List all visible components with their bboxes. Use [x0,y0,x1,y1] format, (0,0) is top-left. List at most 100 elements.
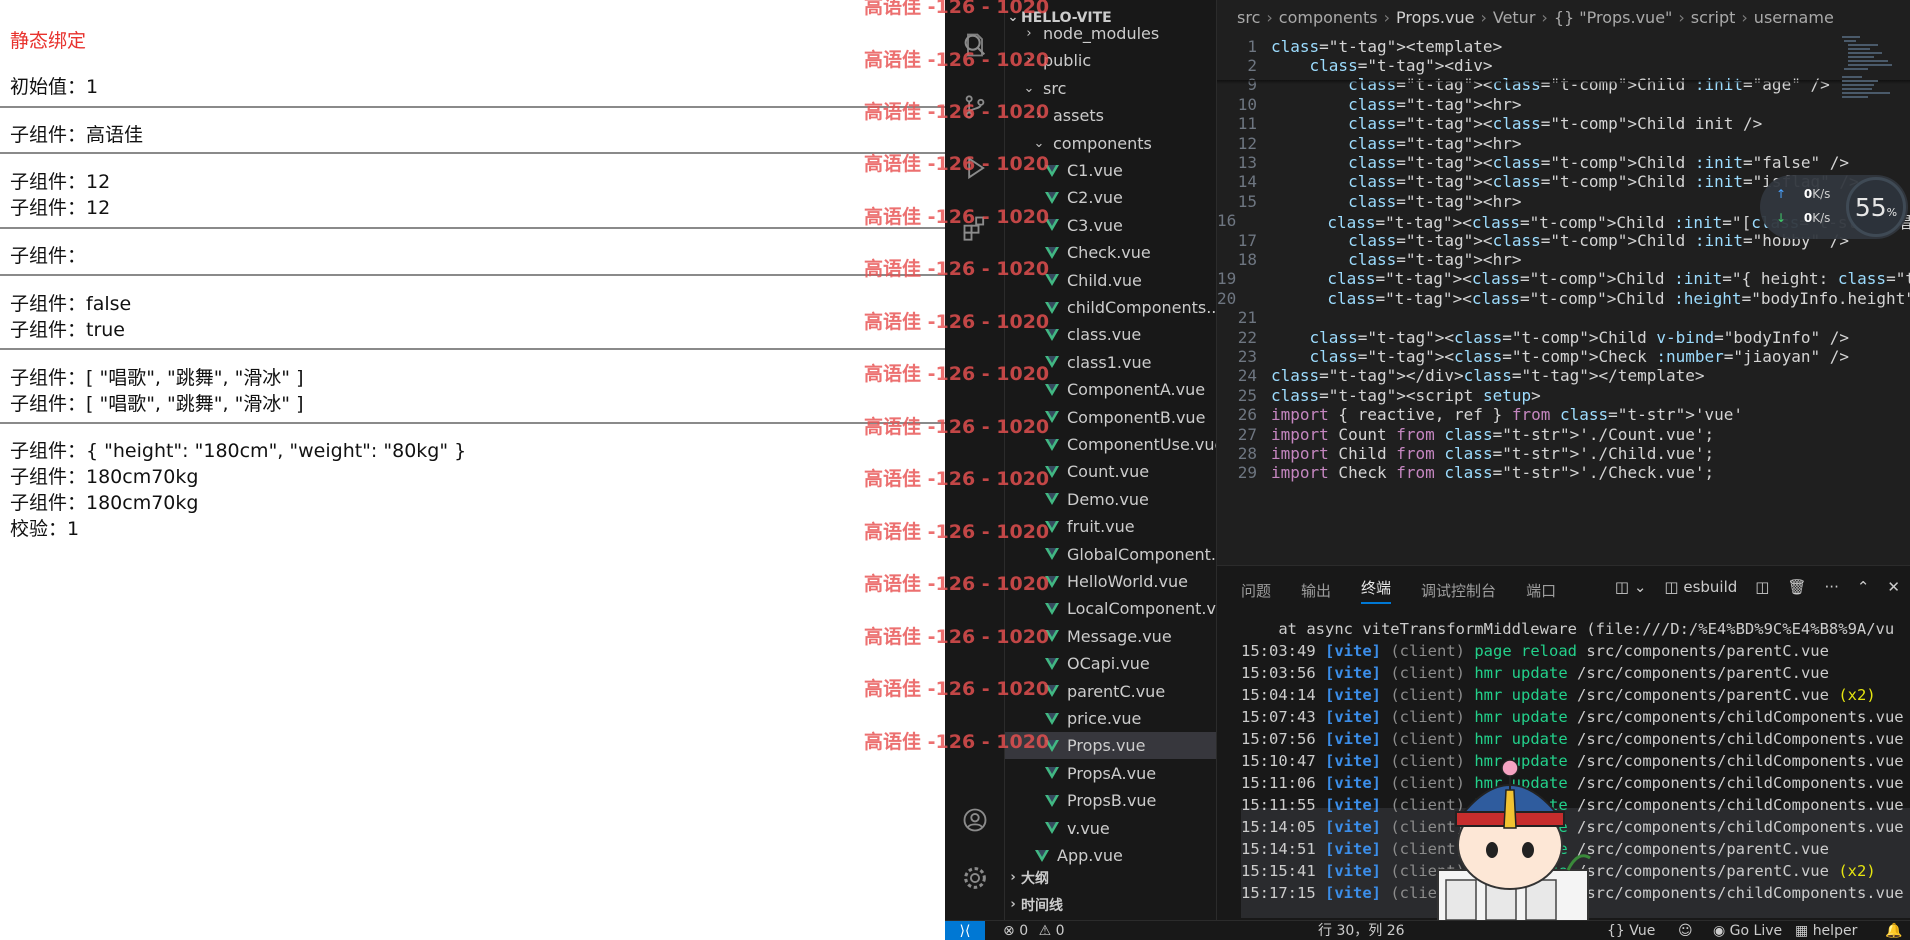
copilot-icon[interactable]: ☺ [1678,921,1693,940]
breadcrumb-item[interactable]: {} "Props.vue" [1554,8,1673,27]
activity-bar [945,0,1005,920]
vue-file-icon [1045,794,1059,807]
helper-item[interactable]: ▦ helper [1795,921,1857,940]
watermark-text: 高语佳 -126 - 1020 [864,258,1050,280]
tree-item-label: GlobalComponent... [1067,544,1217,564]
problems-indicator[interactable]: ⊗ 0 ⚠ 0 [1003,921,1065,940]
preview-line: 子组件： [10,245,87,267]
watermark-text: 高语佳 -126 - 1020 [864,731,1050,753]
more-icon[interactable]: ··· [1825,578,1839,596]
braces-icon: {} [1607,923,1625,939]
code-editor[interactable]: src › components › Props.vue › Vetur › {} "Props… [1217,0,1910,565]
tree-item-label: Props.vue [1067,736,1146,756]
watermark-text: 高语佳 -126 - 1020 [864,153,1050,175]
chevron-right-icon: › [1010,897,1016,912]
tree-item-label: PropsA.vue [1067,763,1157,783]
divider [0,348,945,350]
mascot-sticker-image [1437,759,1591,940]
maximize-panel-icon[interactable]: ⌃ [1857,578,1870,596]
split-layout-icon[interactable]: ◫ ⌄ [1615,578,1647,596]
tree-item-label: Check.vue [1067,243,1151,263]
tab-terminal[interactable]: 终端 [1361,577,1392,604]
tree-item-label: OCapi.vue [1067,654,1150,674]
trash-icon[interactable]: 🗑 [1787,578,1806,596]
breadcrumb-item[interactable]: components [1279,8,1378,27]
preview-line: 子组件：[ "唱歌", "跳舞", "滑冰" ] [10,367,304,389]
terminal-line: 15:07:43 [vite] (client) hmr update /src… [1241,708,1904,726]
chevron-right-icon: › [1266,7,1273,27]
go-live-button[interactable]: ◉ Go Live [1713,921,1782,940]
terminal-instance[interactable]: ◫ esbuild [1664,578,1737,596]
preview-line: 子组件：高语佳 [10,124,144,146]
chevron-right-icon: › [1480,7,1487,27]
close-panel-icon[interactable]: ✕ [1887,578,1900,596]
notifications-bell-icon[interactable]: 🔔 [1885,921,1902,940]
file-item[interactable]: PropsA.vue [1005,760,1216,787]
file-item[interactable]: LocalComponent.v... [1005,595,1216,622]
account-icon[interactable] [945,795,1005,845]
tab-problems[interactable]: 问题 [1241,580,1271,601]
tab-output[interactable]: 输出 [1301,580,1331,601]
watermark-text: 高语佳 -126 - 1020 [864,311,1050,333]
vue-file-icon [1045,712,1059,725]
page-title: 静态绑定 [10,30,87,52]
watermark-text: 高语佳 -126 - 1020 [864,0,1050,18]
tab-debug-console[interactable]: 调试控制台 [1421,580,1496,601]
preview-line: 子组件：12 [10,171,111,193]
tree-item-label: Demo.vue [1067,489,1149,509]
tree-item-label: C1.vue [1067,161,1123,180]
tree-item-label: class1.vue [1067,352,1152,372]
arrow-up-icon: ↑ [1776,187,1787,201]
watermark-text: 高语佳 -126 - 1020 [864,416,1050,438]
minimap[interactable] [1840,34,1902,114]
watermark-text: 高语佳 -126 - 1020 [864,101,1050,123]
code-text: import Check from class="t-str">'./Check… [1271,463,1715,483]
preview-line: 子组件：true [10,319,125,341]
breadcrumb-item[interactable]: Vetur [1493,8,1536,27]
divider [0,227,945,229]
breadcrumb: src › components › Props.vue › Vetur › {} "Props… [1217,0,1910,34]
vue-file-icon [1045,822,1059,835]
folder-item[interactable]: › node_modules [1005,20,1216,47]
breadcrumb-item[interactable]: script [1691,8,1736,27]
settings-gear-icon[interactable] [945,853,1005,903]
remote-indicator-icon[interactable]: ⟩⟨ [945,921,985,940]
breadcrumb-item[interactable]: username [1754,8,1834,27]
terminal-line: 15:04:14 [vite] (client) hmr update /src… [1241,686,1876,704]
terminal-line: 15:03:56 [vite] (client) hmr update /src… [1241,664,1829,682]
breadcrumb-item[interactable]: Props.vue [1396,8,1474,27]
sticky-scroll-shadow [1217,80,1910,84]
broadcast-icon: ◉ [1713,923,1726,939]
tree-item-label: Count.vue [1067,462,1150,482]
cursor-position[interactable]: 行 30，列 26 [1318,921,1405,940]
tree-item-label: src [1043,78,1067,98]
breadcrumb-item[interactable]: src [1237,8,1260,27]
split-icon[interactable]: ◫ [1755,578,1769,596]
layout-icon: ▦ [1795,923,1809,939]
chevron-down-icon: ⌄ [1023,80,1035,96]
outline-section[interactable]: › 大纲 [1005,864,1216,891]
code-line[interactable]: 29 import Check from class="t-str">'./Che… [1217,461,1910,485]
divider [0,106,945,108]
file-item[interactable]: PropsB.vue [1005,787,1216,814]
watermark-text: 高语佳 -126 - 1020 [864,678,1050,700]
tree-item-label: Message.vue [1067,626,1172,646]
tree-item-label: class.vue [1067,325,1142,345]
tree-item-label: Child.vue [1067,270,1142,290]
browser-preview: 静态绑定 初始值：1 子组件：高语佳 子组件：12 子组件：12 子组件： 子组… [0,0,945,940]
cpu-percent-gauge: 55% [1846,177,1906,237]
vue-file-icon [1045,493,1059,506]
chevron-right-icon: › [1741,7,1748,27]
timeline-section[interactable]: › 时间线 [1005,891,1216,918]
tree-item-label: v.vue [1067,818,1110,838]
divider [0,152,945,154]
vue-file-icon [1045,602,1059,615]
vue-file-icon [1045,438,1059,451]
file-item[interactable]: v.vue [1005,815,1216,842]
language-mode[interactable]: {} Vue [1607,921,1655,940]
file-item[interactable]: GlobalComponent... [1005,541,1217,568]
watermark-text: 高语佳 -126 - 1020 [864,521,1050,543]
download-rate: ↓ 0K/s [1776,211,1831,225]
tab-ports[interactable]: 端口 [1526,580,1556,601]
explorer-sidebar: ⌄ HELLO-VITE › node_modules › public ⌄ src › as… [1005,0,1217,920]
